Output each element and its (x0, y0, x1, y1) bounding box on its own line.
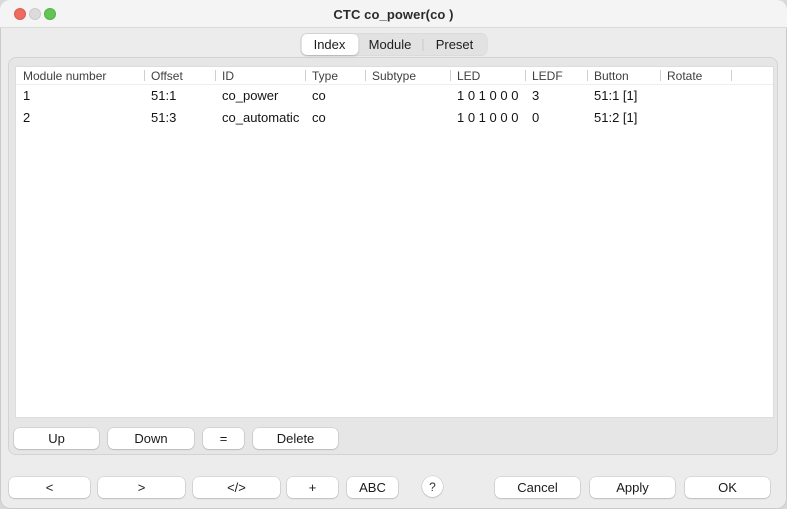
cell-type: co (305, 85, 365, 107)
cell-button: 51:1 [1] (587, 85, 660, 107)
prev-button[interactable]: < (9, 477, 90, 498)
cell-spacer (731, 107, 773, 129)
column-header-button[interactable]: Button (587, 67, 660, 84)
cell-button: 51:2 [1] (587, 107, 660, 129)
index-panel: Module number Offset ID Type Subtype LED… (8, 57, 778, 455)
cell-led: 1 0 1 0 0 0 (450, 107, 525, 129)
abc-button[interactable]: ABC (347, 477, 398, 498)
tab-index[interactable]: Index (301, 34, 358, 55)
help-button[interactable]: ? (422, 476, 443, 497)
next-button[interactable]: > (98, 477, 185, 498)
column-header-id[interactable]: ID (215, 67, 305, 84)
close-button[interactable] (14, 8, 26, 20)
tab-module[interactable]: Module (358, 34, 422, 55)
traffic-lights (14, 8, 56, 20)
down-button[interactable]: Down (108, 428, 194, 449)
cell-subtype (365, 107, 450, 129)
column-header-offset[interactable]: Offset (144, 67, 215, 84)
ok-button[interactable]: OK (685, 477, 770, 498)
cell-subtype (365, 85, 450, 107)
equals-button[interactable]: = (203, 428, 244, 449)
tab-preset[interactable]: Preset (423, 34, 486, 55)
cell-rotate (660, 85, 731, 107)
cell-module-number: 2 (16, 107, 144, 129)
cell-rotate (660, 107, 731, 129)
markup-button[interactable]: </> (193, 477, 280, 498)
column-header-led[interactable]: LED (450, 67, 525, 84)
up-button[interactable]: Up (14, 428, 99, 449)
cell-spacer (731, 85, 773, 107)
cell-id: co_power (215, 85, 305, 107)
titlebar: CTC co_power(co ) (0, 0, 787, 28)
module-table: Module number Offset ID Type Subtype LED… (15, 66, 774, 418)
app-window: CTC co_power(co ) Index Module Preset Mo… (0, 0, 787, 509)
minimize-button[interactable] (29, 8, 41, 20)
cell-offset: 51:3 (144, 107, 215, 129)
column-header-type[interactable]: Type (305, 67, 365, 84)
zoom-button[interactable] (44, 8, 56, 20)
table-row[interactable]: 2 51:3 co_automatic co 1 0 1 0 0 0 0 51:… (16, 107, 773, 129)
cell-type: co (305, 107, 365, 129)
apply-button[interactable]: Apply (590, 477, 675, 498)
cell-ledf: 0 (525, 107, 587, 129)
column-header-module-number[interactable]: Module number (16, 67, 144, 84)
cell-led: 1 0 1 0 0 0 (450, 85, 525, 107)
cell-ledf: 3 (525, 85, 587, 107)
table-row[interactable]: 1 51:1 co_power co 1 0 1 0 0 0 3 51:1 [1… (16, 85, 773, 107)
cell-module-number: 1 (16, 85, 144, 107)
column-header-subtype[interactable]: Subtype (365, 67, 450, 84)
cancel-button[interactable]: Cancel (495, 477, 580, 498)
column-header-ledf[interactable]: LEDF (525, 67, 587, 84)
cell-id: co_automatic (215, 107, 305, 129)
cell-offset: 51:1 (144, 85, 215, 107)
table-header: Module number Offset ID Type Subtype LED… (16, 67, 773, 85)
window-title: CTC co_power(co ) (0, 0, 787, 28)
tab-bar: Index Module Preset (300, 33, 487, 56)
delete-button[interactable]: Delete (253, 428, 338, 449)
column-header-rotate[interactable]: Rotate (660, 67, 731, 84)
column-header-spacer (731, 67, 773, 84)
plus-button[interactable]: + (287, 477, 338, 498)
